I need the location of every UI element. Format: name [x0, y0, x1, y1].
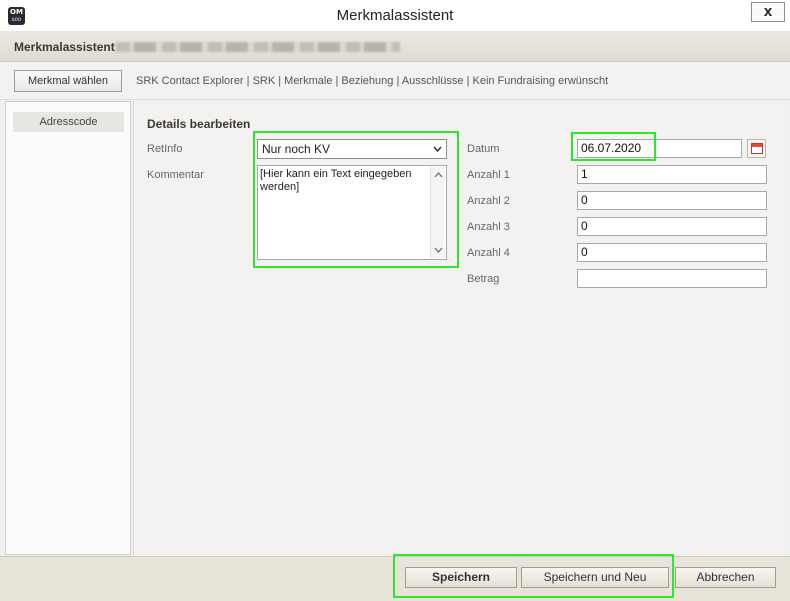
nav-bar: Merkmal wählen SRK Contact Explorer | SR…: [0, 62, 790, 100]
anzahl1-field[interactable]: 1: [577, 165, 767, 184]
betrag-field[interactable]: [577, 269, 767, 288]
merkmal-waehlen-button[interactable]: Merkmal wählen: [14, 70, 122, 92]
datum-field[interactable]: 06.07.2020: [577, 139, 742, 158]
retinfo-value: Nur noch KV: [262, 142, 331, 156]
retinfo-label: RetInfo: [147, 143, 183, 155]
datum-label: Datum: [467, 143, 500, 155]
save-and-new-button[interactable]: Speichern und Neu: [521, 567, 669, 588]
anzahl3-field[interactable]: 0: [577, 217, 767, 236]
chevron-down-icon: [433, 140, 442, 165]
anzahl3-label: Anzahl 3: [467, 221, 510, 233]
cancel-button[interactable]: Abbrechen: [675, 567, 776, 588]
window-titlebar: OM ADD Merkmalassistent x: [0, 0, 790, 32]
anzahl4-label: Anzahl 4: [467, 247, 510, 259]
save-button[interactable]: Speichern: [405, 567, 517, 588]
section-title: Details bearbeiten: [147, 117, 251, 131]
chevron-up-icon[interactable]: [431, 168, 445, 182]
sidebar: Adresscode: [5, 101, 131, 555]
chevron-down-icon[interactable]: [431, 243, 445, 257]
sidebar-item-adresscode[interactable]: Adresscode: [13, 112, 124, 132]
calendar-icon: [751, 143, 763, 154]
window-title: Merkmalassistent: [336, 7, 454, 24]
anzahl1-label: Anzahl 1: [467, 169, 510, 181]
footer-bar: [0, 556, 790, 601]
kommentar-scrollbar[interactable]: [430, 167, 445, 258]
close-button[interactable]: x: [751, 2, 785, 22]
header-band: Merkmalassistent: [0, 32, 790, 62]
retinfo-select[interactable]: Nur noch KV: [257, 139, 447, 159]
redacted-header-info: [116, 42, 400, 52]
header-title: Merkmalassistent: [14, 40, 115, 54]
kommentar-textarea[interactable]: [Hier kann ein Text eingegeben werden]: [257, 165, 447, 260]
calendar-button[interactable]: [747, 139, 766, 158]
anzahl2-field[interactable]: 0: [577, 191, 767, 210]
anzahl2-label: Anzahl 2: [467, 195, 510, 207]
kommentar-value: [Hier kann ein Text eingegeben werden]: [260, 168, 412, 193]
anzahl4-field[interactable]: 0: [577, 243, 767, 262]
kommentar-label: Kommentar: [147, 169, 204, 181]
betrag-label: Betrag: [467, 273, 500, 285]
breadcrumb: SRK Contact Explorer | SRK | Merkmale | …: [136, 75, 609, 87]
